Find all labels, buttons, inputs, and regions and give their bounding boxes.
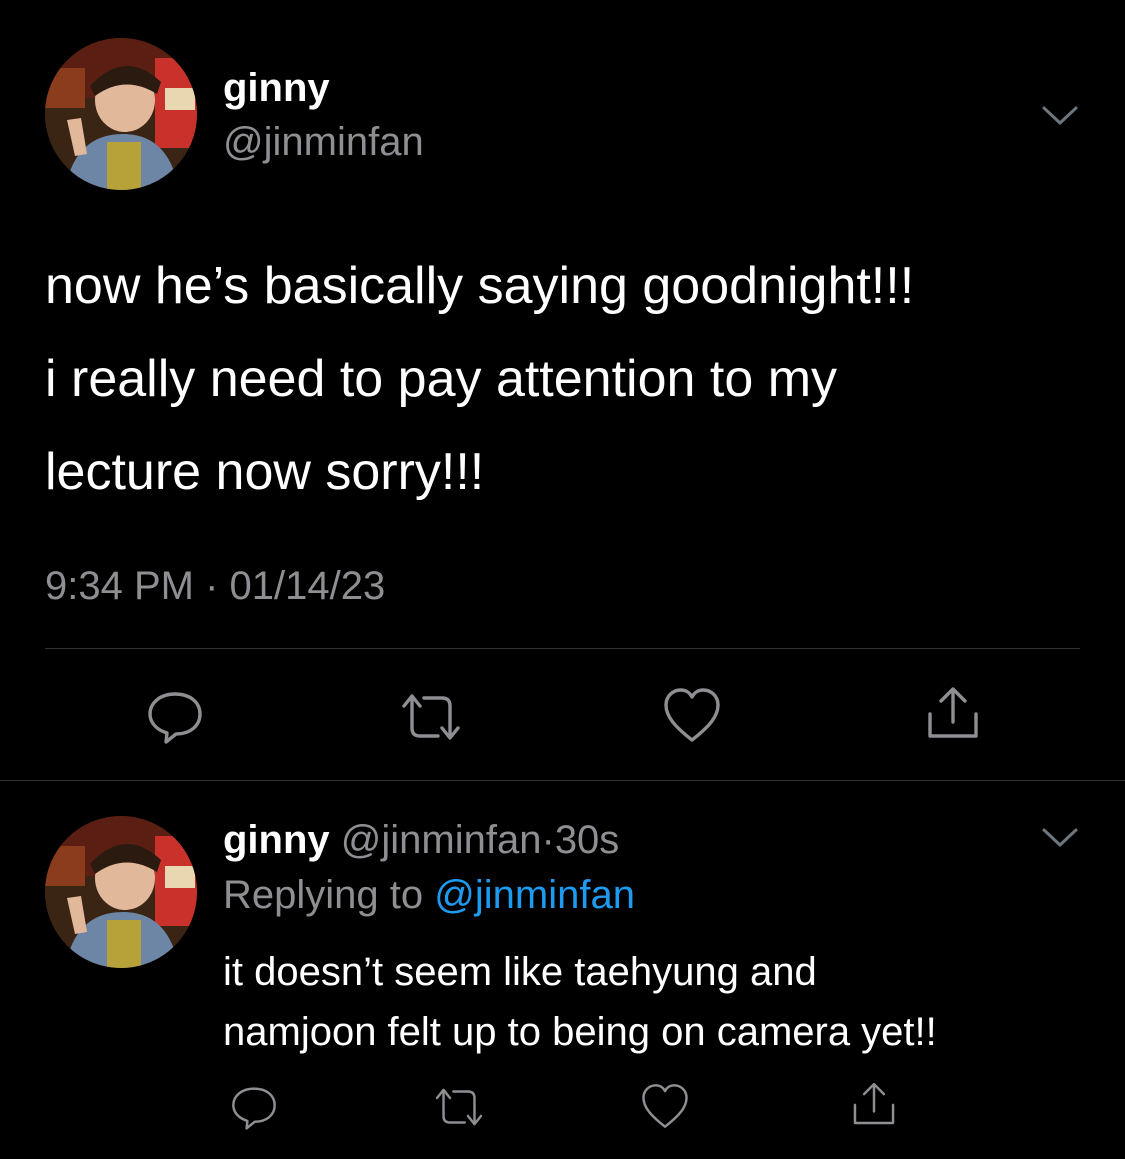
author-handle[interactable]: @jinminfan [223, 118, 424, 166]
replying-to: Replying to @jinminfan [223, 870, 635, 920]
reply-button[interactable] [146, 686, 204, 744]
like-button[interactable] [662, 686, 722, 744]
reply-text-line: namjoon felt up to being on camera yet!! [223, 1010, 937, 1054]
replying-to-handle[interactable]: @jinminfan [434, 873, 635, 917]
retweet-icon [435, 1088, 483, 1126]
reply-author-avatar[interactable] [45, 816, 197, 968]
author-name[interactable]: ginny [223, 64, 330, 112]
share-icon [853, 1082, 895, 1125]
reply-author-handle[interactable]: @jinminfan [341, 818, 542, 862]
chevron-down-icon[interactable] [1040, 826, 1080, 850]
heart-icon [642, 1084, 688, 1128]
tweet-text: now he’s basically saying goodnight!!! i… [45, 240, 1085, 519]
tweet-text-line: now he’s basically saying goodnight!!! [45, 257, 915, 315]
reply-text: it doesn’t seem like taehyung and namjoo… [223, 942, 937, 1062]
tweet-timestamp[interactable]: 9:34 PM · 01/14/23 [45, 560, 385, 612]
like-button[interactable] [640, 1082, 690, 1130]
chevron-down-icon[interactable] [1040, 104, 1080, 128]
share-button[interactable] [850, 1080, 898, 1128]
reply-author-name[interactable]: ginny [223, 818, 330, 862]
avatar-photo [45, 38, 197, 190]
divider [45, 648, 1080, 649]
comment-icon [232, 1087, 276, 1130]
share-icon [928, 687, 978, 738]
reply-header: ginny @jinminfan·30s [223, 815, 619, 865]
comment-icon [148, 692, 202, 744]
retweet-button[interactable] [432, 1085, 486, 1129]
divider [0, 780, 1125, 781]
heart-icon [664, 688, 720, 742]
retweet-button[interactable] [398, 690, 464, 744]
reply-separator: · [541, 818, 555, 862]
reply-age: 30s [554, 818, 620, 862]
tweet-text-line: i really need to pay attention to my [45, 350, 838, 408]
reply-text-line: it doesn’t seem like taehyung and [223, 950, 817, 994]
reply-button[interactable] [230, 1082, 278, 1130]
tweet-text-line: lecture now sorry!!! [45, 443, 485, 501]
avatar-photo [45, 816, 197, 968]
author-avatar[interactable] [45, 38, 197, 190]
share-button[interactable] [924, 684, 982, 742]
retweet-icon [402, 694, 460, 740]
replying-to-label: Replying to [223, 873, 424, 917]
